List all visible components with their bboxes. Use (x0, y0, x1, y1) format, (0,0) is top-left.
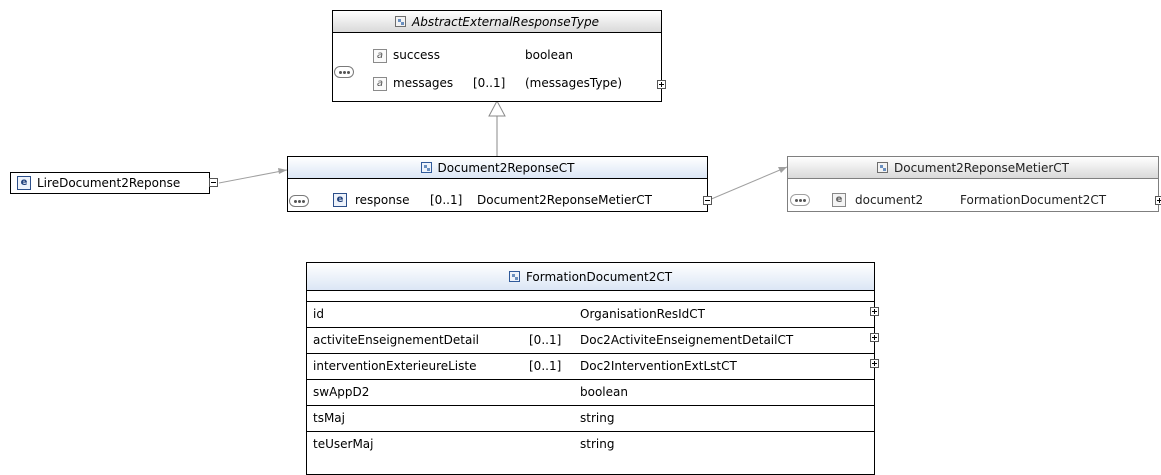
reponse-ct-title: Document2ReponseCT (437, 160, 575, 175)
row-name: teUserMaj (313, 437, 374, 451)
row-type: Doc2ActiviteEnseignementDetailCT (580, 333, 794, 347)
root-element-label: LireDocument2Reponse (37, 176, 181, 190)
element-icon: e (832, 193, 846, 207)
row-type: Doc2InterventionExtLstCT (580, 359, 737, 373)
complex-type-icon (420, 162, 432, 173)
formation-ct-box: FormationDocument2CT id OrganisationResI… (306, 262, 875, 475)
document2-element-name: document2 (855, 193, 924, 207)
messages-attr-type: (messagesType) (525, 76, 623, 90)
sequence-icon (790, 194, 810, 206)
row-multiplicity: [0..1] (529, 359, 562, 373)
formation-ct-header: FormationDocument2CT (307, 263, 874, 291)
inheritance-arrowhead (488, 99, 506, 117)
collapse-response-button[interactable] (703, 196, 712, 205)
complex-type-icon (395, 16, 407, 27)
table-row: id OrganisationResIdCT (307, 301, 874, 327)
complex-type-icon (508, 271, 520, 282)
root-link-line (218, 169, 288, 184)
row-name: activiteEnseignementDetail (313, 333, 480, 347)
response-element-type: Document2ReponseMetierCT (477, 193, 652, 207)
expand-messages-button[interactable] (657, 80, 666, 89)
row-name: swAppD2 (313, 385, 370, 399)
formation-ct-title: FormationDocument2CT (525, 269, 673, 284)
abstract-type-header: AbstractExternalResponseType (333, 11, 661, 33)
document2-element-type: FormationDocument2CT (960, 193, 1107, 207)
root-element-box[interactable]: e LireDocument2Reponse (10, 172, 210, 194)
metier-ct-title: Document2ReponseMetierCT (894, 160, 1069, 175)
abstract-type-title: AbstractExternalResponseType (412, 14, 599, 29)
expand-document2-button[interactable] (1155, 196, 1161, 205)
complex-type-icon (877, 162, 888, 173)
table-row: tsMaj string (307, 405, 874, 431)
response-element-name: response (355, 193, 410, 207)
sequence-icon (289, 195, 309, 207)
table-row: teUserMaj string (307, 431, 874, 457)
row-type: string (580, 411, 615, 425)
metier-ct-header: Document2ReponseMetierCT (788, 157, 1158, 179)
expand-id-button[interactable] (870, 307, 879, 316)
metier-link-line (708, 166, 788, 201)
sequence-icon (334, 66, 354, 78)
response-element-multiplicity: [0..1] (430, 193, 463, 207)
row-type: OrganisationResIdCT (580, 307, 705, 321)
row-multiplicity: [0..1] (529, 333, 562, 347)
row-type: boolean (580, 385, 628, 399)
success-attr-name: success (393, 48, 440, 62)
table-row: activiteEnseignementDetail [0..1] Doc2Ac… (307, 327, 874, 353)
success-attr-type: boolean (525, 48, 573, 62)
attribute-icon: a (373, 77, 387, 91)
element-icon: e (333, 193, 347, 207)
element-icon: e (17, 176, 31, 190)
collapse-root-button[interactable] (209, 178, 218, 187)
row-name: tsMaj (313, 411, 345, 425)
row-type: string (580, 437, 615, 451)
attribute-icon: a (373, 49, 387, 63)
reponse-ct-header: Document2ReponseCT (288, 157, 707, 179)
messages-attr-multiplicity: [0..1] (473, 76, 506, 90)
root-link-arrow (278, 168, 287, 174)
row-name: interventionExterieureListe (313, 359, 477, 373)
messages-attr-name: messages (393, 76, 454, 90)
table-row: swAppD2 boolean (307, 379, 874, 405)
row-name: id (313, 307, 324, 321)
expand-activite-button[interactable] (870, 333, 879, 342)
expand-intervention-button[interactable] (870, 359, 879, 368)
table-row: interventionExterieureListe [0..1] Doc2I… (307, 353, 874, 379)
